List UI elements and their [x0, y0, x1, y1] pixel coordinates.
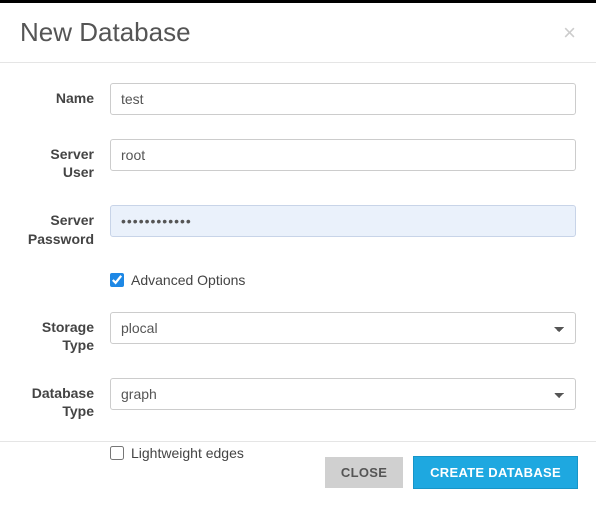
modal-body: Name Server User Server Password Advance… — [0, 63, 596, 495]
modal-footer: CLOSE CREATE DATABASE — [0, 441, 596, 505]
row-advanced-options: Advanced Options — [20, 272, 576, 288]
server-password-label: Server Password — [20, 205, 110, 247]
server-user-label: Server User — [20, 139, 110, 181]
create-database-button[interactable]: CREATE DATABASE — [413, 456, 578, 489]
close-button[interactable]: CLOSE — [325, 457, 403, 488]
advanced-spacer — [20, 272, 110, 278]
database-type-label: Database Type — [20, 378, 110, 420]
advanced-options-checkbox[interactable] — [110, 273, 124, 287]
advanced-options-label: Advanced Options — [131, 272, 245, 288]
name-input[interactable] — [110, 83, 576, 115]
database-type-select[interactable]: graph — [110, 378, 576, 410]
advanced-options-checkbox-wrap[interactable]: Advanced Options — [110, 272, 576, 288]
name-label: Name — [20, 83, 110, 107]
row-server-password: Server Password — [20, 205, 576, 247]
modal-header: New Database × — [0, 3, 596, 63]
close-icon[interactable]: × — [563, 22, 576, 44]
storage-type-label: Storage Type — [20, 312, 110, 354]
row-database-type: Database Type graph — [20, 378, 576, 420]
row-storage-type: Storage Type plocal — [20, 312, 576, 354]
server-user-input[interactable] — [110, 139, 576, 171]
modal-title: New Database — [20, 17, 191, 48]
storage-type-select[interactable]: plocal — [110, 312, 576, 344]
server-password-input[interactable] — [110, 205, 576, 237]
row-name: Name — [20, 83, 576, 115]
row-server-user: Server User — [20, 139, 576, 181]
